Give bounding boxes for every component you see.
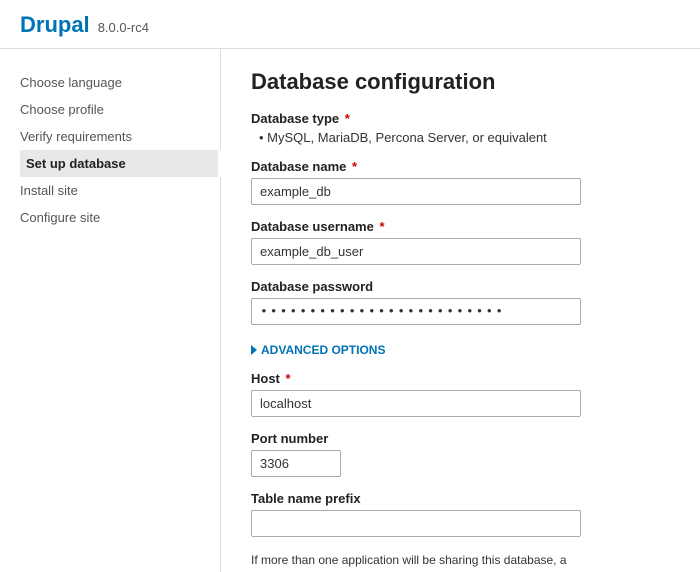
host-label: Host * <box>251 371 670 386</box>
db-type-label: Database type * <box>251 111 670 126</box>
sidebar-item-verify-requirements[interactable]: Verify requirements <box>20 123 220 150</box>
db-name-label: Database name * <box>251 159 670 174</box>
port-label: Port number <box>251 431 670 446</box>
host-input[interactable] <box>251 390 581 417</box>
sidebar-item-set-up-database[interactable]: Set up database <box>20 150 221 177</box>
table-prefix-input[interactable] <box>251 510 581 537</box>
port-group: Port number <box>251 431 670 477</box>
db-name-group: Database name * <box>251 159 670 205</box>
db-password-label: Database password <box>251 279 670 294</box>
db-password-input[interactable] <box>251 298 581 325</box>
sidebar-item-choose-language[interactable]: Choose language <box>20 69 220 96</box>
version-badge: 8.0.0-rc4 <box>98 20 149 35</box>
sidebar-item-configure-site[interactable]: Configure site <box>20 204 220 231</box>
required-star: * <box>341 111 350 126</box>
db-username-input[interactable] <box>251 238 581 265</box>
db-type-group: Database type * MySQL, MariaDB, Percona … <box>251 111 670 145</box>
drupal-logo: Drupal <box>20 12 90 38</box>
advanced-options-label: ADVANCED OPTIONS <box>261 343 385 357</box>
sidebar-item-choose-profile[interactable]: Choose profile <box>20 96 220 123</box>
db-username-group: Database username * <box>251 219 670 265</box>
port-input[interactable] <box>251 450 341 477</box>
required-star-3: * <box>376 219 385 234</box>
content-area: Database configuration Database type * M… <box>220 49 700 572</box>
triangle-icon <box>251 345 257 355</box>
db-type-option: MySQL, MariaDB, Percona Server, or equiv… <box>259 130 670 145</box>
db-name-input[interactable] <box>251 178 581 205</box>
sidebar-item-install-site[interactable]: Install site <box>20 177 220 204</box>
required-star-4: * <box>282 371 291 386</box>
port-wrapper <box>251 450 670 477</box>
table-prefix-label: Table name prefix <box>251 491 670 506</box>
top-bar: Drupal 8.0.0-rc4 <box>0 0 700 49</box>
advanced-options-toggle[interactable]: ADVANCED OPTIONS <box>251 343 385 357</box>
required-star-2: * <box>348 159 357 174</box>
host-group: Host * <box>251 371 670 417</box>
info-text: If more than one application will be sha… <box>251 551 581 572</box>
main-area: Choose language Choose profile Verify re… <box>0 49 700 572</box>
sidebar: Choose language Choose profile Verify re… <box>0 49 220 572</box>
page-title: Database configuration <box>251 69 670 95</box>
table-prefix-group: Table name prefix <box>251 491 670 537</box>
db-password-group: Database password <box>251 279 670 325</box>
db-username-label: Database username * <box>251 219 670 234</box>
